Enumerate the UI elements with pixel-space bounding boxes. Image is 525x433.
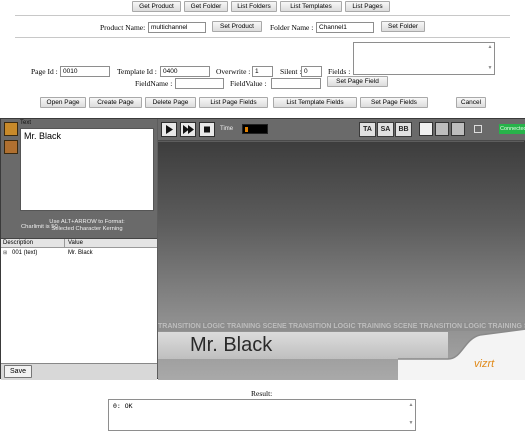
- product-name-input[interactable]: multichannel: [148, 22, 206, 33]
- view-ta-button[interactable]: TA: [359, 122, 376, 137]
- silent-label: Silent :: [280, 67, 302, 76]
- list-templates-button[interactable]: List Templates: [280, 1, 342, 12]
- cancel-button[interactable]: Cancel: [456, 97, 486, 108]
- list-pages-button[interactable]: List Pages: [345, 1, 390, 12]
- table-row-value[interactable]: Mr. Black: [68, 249, 93, 257]
- list-template-fields-button[interactable]: List Template Fields: [273, 97, 357, 108]
- user-dark-icon[interactable]: [435, 122, 449, 136]
- text-tab-label: Text: [20, 120, 32, 126]
- product-name-label: Product Name:: [100, 23, 146, 32]
- table-header-value[interactable]: Value: [65, 239, 157, 248]
- page-id-input[interactable]: 0010: [60, 66, 110, 77]
- get-folder-button[interactable]: Get Folder: [184, 1, 228, 12]
- result-textarea[interactable]: 0: OK ▲ ▼: [108, 399, 416, 431]
- folder-name-label: Folder Name :: [270, 23, 314, 32]
- delete-page-button[interactable]: Delete Page: [145, 97, 196, 108]
- fieldname-input[interactable]: [175, 78, 224, 89]
- overwrite-label: Overwrite :: [216, 67, 251, 76]
- users-icon[interactable]: [451, 122, 465, 136]
- fields-textarea[interactable]: ▲ ▼: [353, 42, 495, 75]
- lower-third-swoosh: [398, 328, 525, 380]
- scroll-up-icon[interactable]: ▲: [408, 403, 414, 409]
- page-id-label: Page Id :: [31, 67, 58, 76]
- user-icon[interactable]: [419, 122, 433, 136]
- template-icon[interactable]: [4, 122, 18, 136]
- table-row-description[interactable]: 001 (text): [12, 249, 37, 257]
- time-display: [242, 124, 268, 134]
- play-icon: [166, 125, 173, 134]
- result-text: 0: OK: [113, 402, 133, 410]
- view-bb-button[interactable]: BB: [395, 122, 412, 137]
- save-button[interactable]: Save: [4, 365, 32, 378]
- fieldvalue-input[interactable]: [271, 78, 321, 89]
- list-folders-button[interactable]: List Folders: [231, 1, 277, 12]
- open-page-button[interactable]: Open Page: [40, 97, 86, 108]
- monitor-icon[interactable]: [474, 125, 482, 133]
- playout-toolbar: Time TA SA BB Connected: [158, 119, 525, 141]
- stop-icon: [204, 126, 210, 133]
- text-editor[interactable]: Mr. Black: [20, 128, 154, 211]
- set-page-fields-button[interactable]: Set Page Fields: [360, 97, 428, 108]
- scroll-down-icon[interactable]: ▼: [487, 66, 493, 72]
- silent-input[interactable]: 0: [301, 66, 322, 77]
- set-page-field-button[interactable]: Set Page Field: [327, 76, 388, 87]
- divider: [15, 15, 510, 16]
- connection-status: Connected: [499, 124, 525, 134]
- play-button[interactable]: [161, 122, 177, 137]
- scroll-up-icon[interactable]: ▲: [487, 45, 493, 51]
- divider: [15, 37, 510, 38]
- render-preview: TRANSITION LOGIC TRAINING SCENE TRANSITI…: [158, 142, 525, 380]
- set-product-button[interactable]: Set Product: [212, 21, 262, 32]
- viz-content-pilot-panel: Text Mr. Black Use ALT+ARROW to Format: …: [0, 118, 525, 380]
- time-cursor: [245, 127, 248, 132]
- charlimit-label: Charlimit is 50: [21, 224, 58, 230]
- edit-icon[interactable]: [4, 140, 18, 154]
- result-label: Result:: [251, 389, 273, 398]
- template-id-input[interactable]: 0400: [160, 66, 210, 77]
- vizrt-logo: vizrt: [474, 358, 495, 370]
- create-page-button[interactable]: Create Page: [89, 97, 142, 108]
- table-header-description[interactable]: Description: [1, 239, 65, 248]
- expand-icon[interactable]: ⊞: [3, 250, 7, 256]
- continue-icon: [183, 125, 194, 134]
- get-product-button[interactable]: Get Product: [132, 1, 181, 12]
- view-sa-button[interactable]: SA: [377, 122, 394, 137]
- overwrite-input[interactable]: 1: [252, 66, 273, 77]
- list-page-fields-button[interactable]: List Page Fields: [199, 97, 268, 108]
- fieldvalue-label: FieldValue :: [230, 79, 267, 88]
- folder-name-input[interactable]: Channel1: [316, 22, 374, 33]
- scroll-down-icon[interactable]: ▼: [408, 421, 414, 427]
- lower-third-name: Mr. Black: [190, 334, 273, 356]
- time-label: Time: [220, 126, 234, 132]
- field-table: Description Value ⊞ 001 (text) Mr. Black: [1, 238, 157, 363]
- continue-button[interactable]: [180, 122, 196, 137]
- template-id-label: Template Id :: [117, 67, 157, 76]
- fieldname-label: FieldName :: [135, 79, 173, 88]
- set-folder-button[interactable]: Set Folder: [381, 21, 425, 32]
- stop-button[interactable]: [199, 122, 215, 137]
- template-editor-pane: Text Mr. Black Use ALT+ARROW to Format: …: [1, 119, 157, 380]
